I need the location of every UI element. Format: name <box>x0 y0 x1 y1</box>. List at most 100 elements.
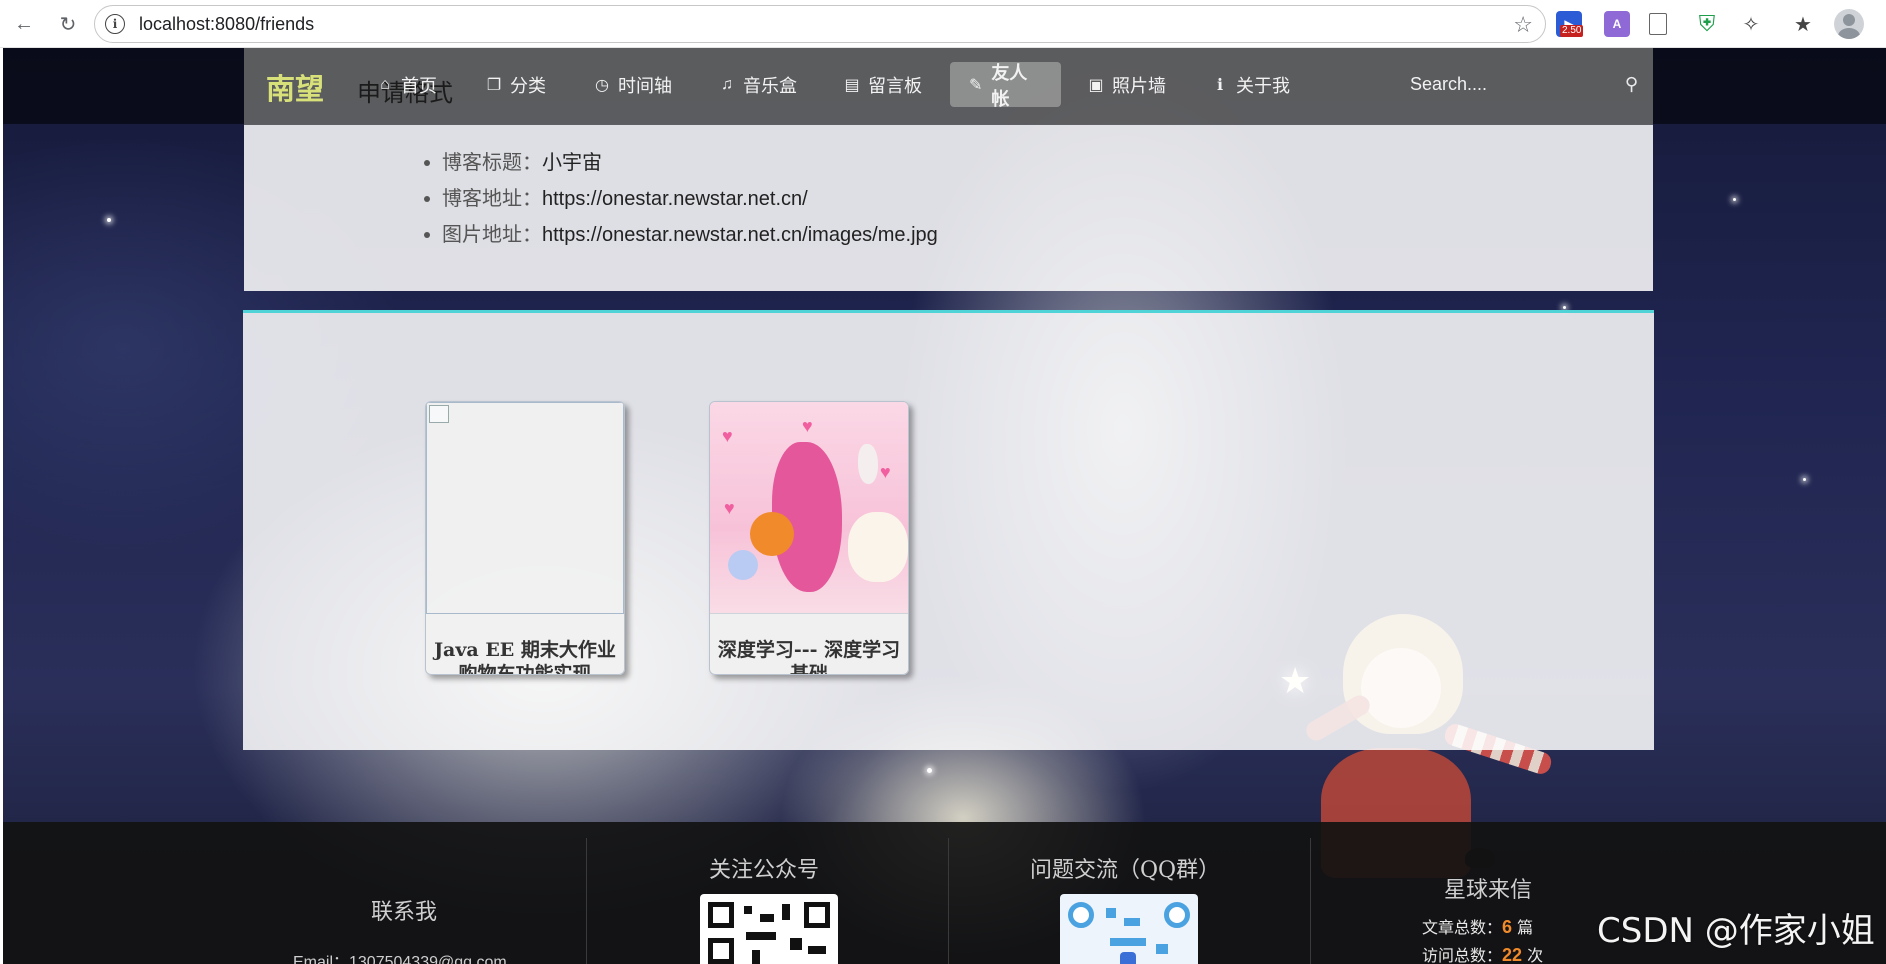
nav-item-guestbook[interactable]: ▤ 留言板 <box>826 62 940 107</box>
friend-card-image[interactable]: ♥ ♥ ♥ ♥ <box>710 402 908 614</box>
search-box[interactable]: ⚲ <box>1410 62 1638 107</box>
image-icon: ▣ <box>1088 76 1104 94</box>
friend-card-title[interactable]: Java EE 期末大作业购物车功能实现 <box>426 614 624 674</box>
bookmark-star-icon[interactable]: ☆ <box>1513 12 1533 38</box>
heart-icon: ♥ <box>802 416 813 436</box>
reload-icon[interactable]: ↻ <box>54 10 82 38</box>
articles-count: 文章总数：6 篇 <box>1422 914 1533 938</box>
heart-icon: ♥ <box>724 498 735 518</box>
qr-finder <box>804 902 830 928</box>
translate-extension-icon[interactable]: A <box>1604 11 1630 37</box>
qr-center-logo <box>1120 952 1136 964</box>
heart-icon: ♥ <box>880 462 891 482</box>
articles-unit: 篇 <box>1517 918 1534 937</box>
nav-item-music[interactable]: ♫ 音乐盒 <box>701 62 815 107</box>
qr-module <box>1110 938 1146 946</box>
qr-module <box>752 950 760 964</box>
clock-icon: ◷ <box>595 76 609 94</box>
list-item: 图片地址：https://onestar.newstar.net.cn/imag… <box>424 221 938 247</box>
qr-module <box>746 932 776 940</box>
nav-item-label: 照片墙 <box>1112 75 1166 96</box>
friend-card-title[interactable]: 深度学习--- 深度学习基础 <box>710 614 908 674</box>
home-icon: ⌂ <box>380 75 390 93</box>
qq-qr-code <box>1060 894 1198 964</box>
nav-item-categories[interactable]: ❐ 分类 <box>468 62 564 107</box>
nav-item-home[interactable]: ⌂ 首页 <box>359 62 455 107</box>
wechat-qr-code <box>700 894 838 964</box>
apply-format-panel: 博客标题：小宇宙 博客地址：https://onestar.newstar.ne… <box>244 125 1653 291</box>
stats-heading: 星球来信 <box>1444 878 1533 903</box>
copy-icon: ❐ <box>486 76 502 94</box>
nav-item-photos[interactable]: ▣ 照片墙 <box>1070 62 1184 107</box>
qq-group-heading: 问题交流（QQ群） <box>1030 858 1221 883</box>
nav-item-friends[interactable]: ✎ 友人帐 <box>950 62 1061 109</box>
cloud-illustration <box>728 550 758 580</box>
lion-illustration <box>750 512 794 556</box>
friend-card[interactable]: Java EE 期末大作业购物车功能实现 <box>425 401 625 675</box>
articles-number: 6 <box>1502 917 1513 937</box>
nav-item-timeline[interactable]: ◷ 时间轴 <box>576 62 690 107</box>
nav-item-label: 留言板 <box>868 75 922 96</box>
nav-item-label: 首页 <box>401 75 437 96</box>
search-input[interactable] <box>1410 74 1600 95</box>
qr-module <box>1156 944 1168 954</box>
pencil-icon: ✎ <box>968 76 983 94</box>
nav-item-label: 音乐盒 <box>743 75 797 96</box>
visits-count: 访问总数：22 次 <box>1422 942 1543 964</box>
favorites-icon[interactable]: ★ <box>1790 11 1816 37</box>
nav-item-label: 分类 <box>510 75 546 96</box>
footer-divider <box>586 838 587 964</box>
visits-label: 访问总数： <box>1422 946 1503 964</box>
video-extension-icon[interactable]: ▶ 2.50 <box>1556 11 1584 37</box>
visits-unit: 次 <box>1527 946 1544 964</box>
qr-module <box>782 904 790 920</box>
background-star <box>927 768 932 773</box>
footer-divider <box>1310 838 1311 964</box>
footer-divider <box>948 838 949 964</box>
qr-module <box>760 914 774 922</box>
profile-avatar-icon[interactable] <box>1834 9 1864 39</box>
search-icon[interactable]: ⚲ <box>1625 74 1638 95</box>
friend-card-image[interactable] <box>426 402 624 614</box>
nav-item-label: 关于我 <box>1236 75 1290 96</box>
nav-item-label: 时间轴 <box>618 75 672 96</box>
articles-label: 文章总数： <box>1422 918 1503 937</box>
list-item: 博客标题：小宇宙 <box>424 149 938 175</box>
qr-finder <box>1068 902 1094 928</box>
shield-extension-icon[interactable]: ⛨ <box>1694 11 1720 37</box>
format-label: 博客标题： <box>442 150 542 174</box>
extension-badge: 2.50 <box>1560 25 1584 37</box>
nav-item-label: 友人帐 <box>991 62 1028 109</box>
qr-finder <box>708 902 734 928</box>
wechat-heading: 关注公众号 <box>709 858 820 883</box>
book-icon: ▤ <box>844 76 860 94</box>
heart-icon: ♥ <box>722 426 733 446</box>
dog-illustration <box>848 512 908 582</box>
unicorn-illustration <box>858 444 878 484</box>
qr-module <box>790 938 802 950</box>
contact-heading: 联系我 <box>371 900 438 925</box>
browser-toolbar: ← ↻ i localhost:8080/friends ☆ ▶ 2.50 A ⛨… <box>0 0 1886 48</box>
url-text[interactable]: localhost:8080/friends <box>139 14 314 35</box>
format-value: 小宇宙 <box>542 152 602 174</box>
music-icon: ♫ <box>721 75 733 93</box>
site-brand[interactable]: 南望 <box>266 66 324 108</box>
document-extension-icon[interactable] <box>1649 13 1667 35</box>
back-icon[interactable]: ← <box>10 10 38 38</box>
apply-format-list: 博客标题：小宇宙 博客地址：https://onestar.newstar.ne… <box>424 149 938 257</box>
background-star <box>1733 198 1736 201</box>
friend-card[interactable]: ♥ ♥ ♥ ♥ 深度学习--- 深度学习基础 <box>709 401 909 675</box>
csdn-watermark: CSDN @作家小姐 <box>1597 911 1875 951</box>
site-info-icon[interactable]: i <box>105 14 125 34</box>
address-bar[interactable]: i localhost:8080/friends ☆ <box>94 5 1546 43</box>
background-star <box>1563 306 1566 309</box>
format-value: https://onestar.newstar.net.cn/images/me… <box>542 224 938 246</box>
list-item: 博客地址：https://onestar.newstar.net.cn/ <box>424 185 938 211</box>
qr-finder <box>1164 902 1190 928</box>
nav-item-about[interactable]: ℹ 关于我 <box>1194 62 1308 107</box>
info-icon: ℹ <box>1216 76 1224 94</box>
contact-email[interactable]: Email：1307504339@qq.com <box>293 948 507 964</box>
site-navbar: 南望 申请格式 ⌂ 首页 ❐ 分类 ◷ 时间轴 ♫ 音乐盒 ▤ 留言板 ✎ 友人… <box>244 48 1653 125</box>
extensions-puzzle-icon[interactable]: ✧ <box>1738 11 1764 37</box>
background-star <box>1803 478 1806 481</box>
